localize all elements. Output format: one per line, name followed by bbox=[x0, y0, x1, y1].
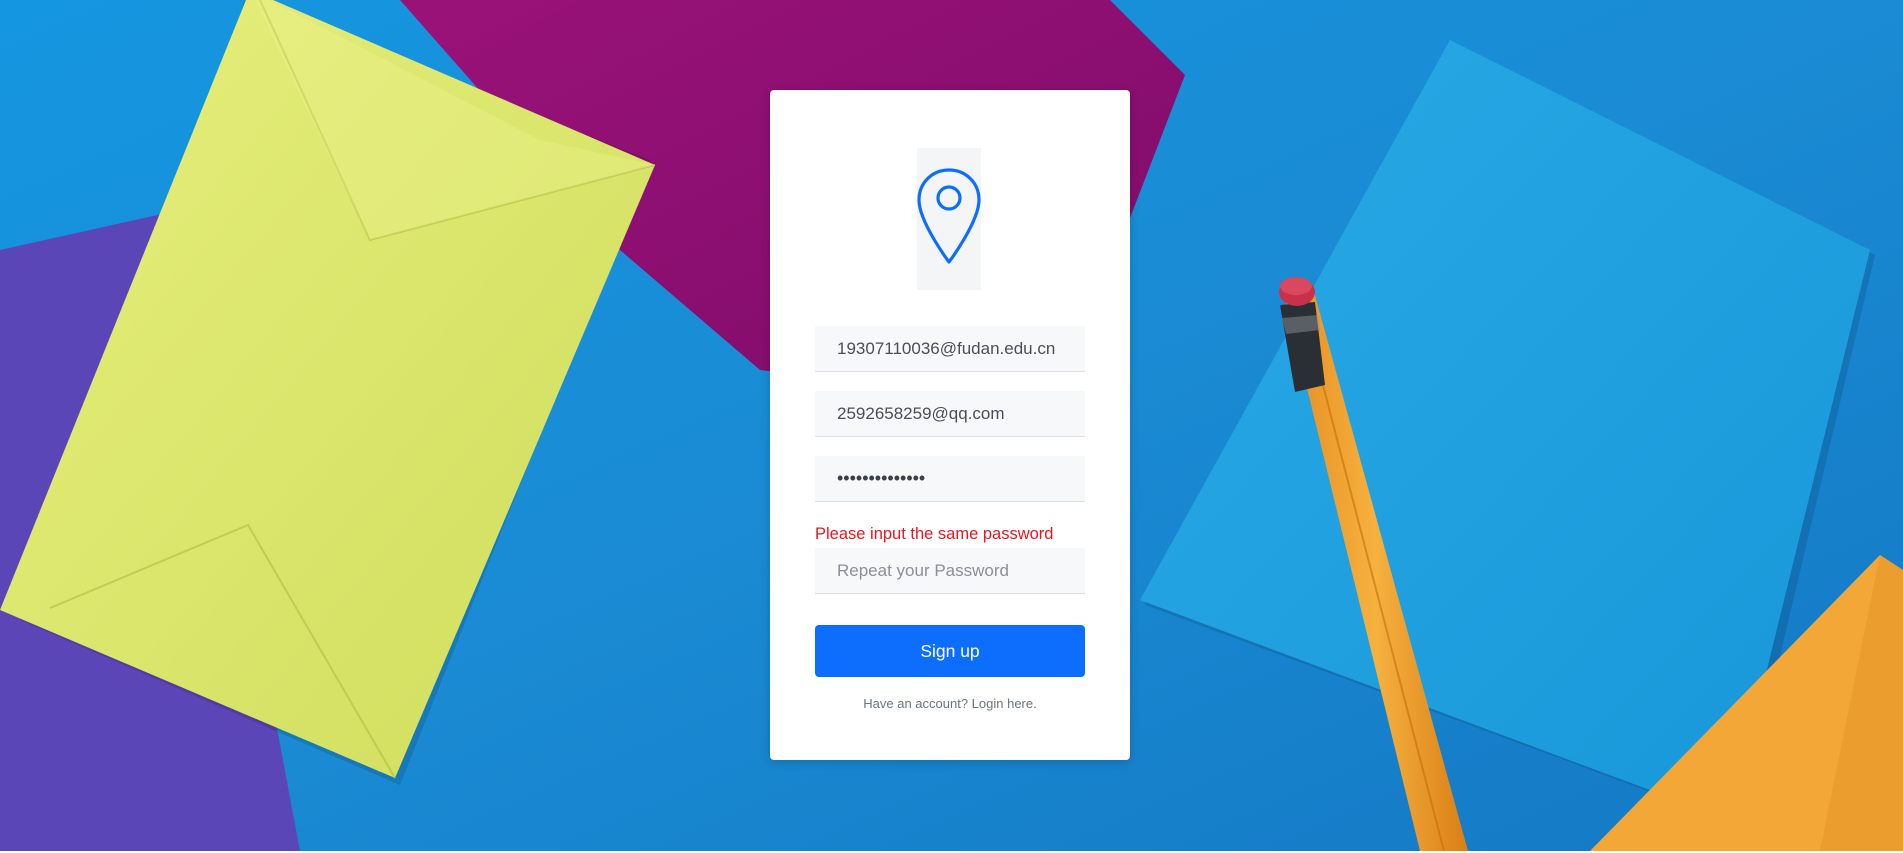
signup-card: Please input the same password Sign up H… bbox=[770, 90, 1130, 760]
login-link[interactable]: Have an account? Login here. bbox=[770, 696, 1130, 711]
repeat-password-field[interactable] bbox=[815, 548, 1085, 594]
email-field[interactable] bbox=[815, 326, 1085, 372]
signup-page: Please input the same password Sign up H… bbox=[0, 0, 1903, 853]
secondary-email-field[interactable] bbox=[815, 391, 1085, 437]
password-field[interactable] bbox=[815, 456, 1085, 502]
logo bbox=[917, 148, 981, 290]
signup-button[interactable]: Sign up bbox=[815, 625, 1085, 677]
map-pin-icon bbox=[916, 167, 982, 272]
password-mismatch-error: Please input the same password bbox=[815, 525, 1054, 543]
